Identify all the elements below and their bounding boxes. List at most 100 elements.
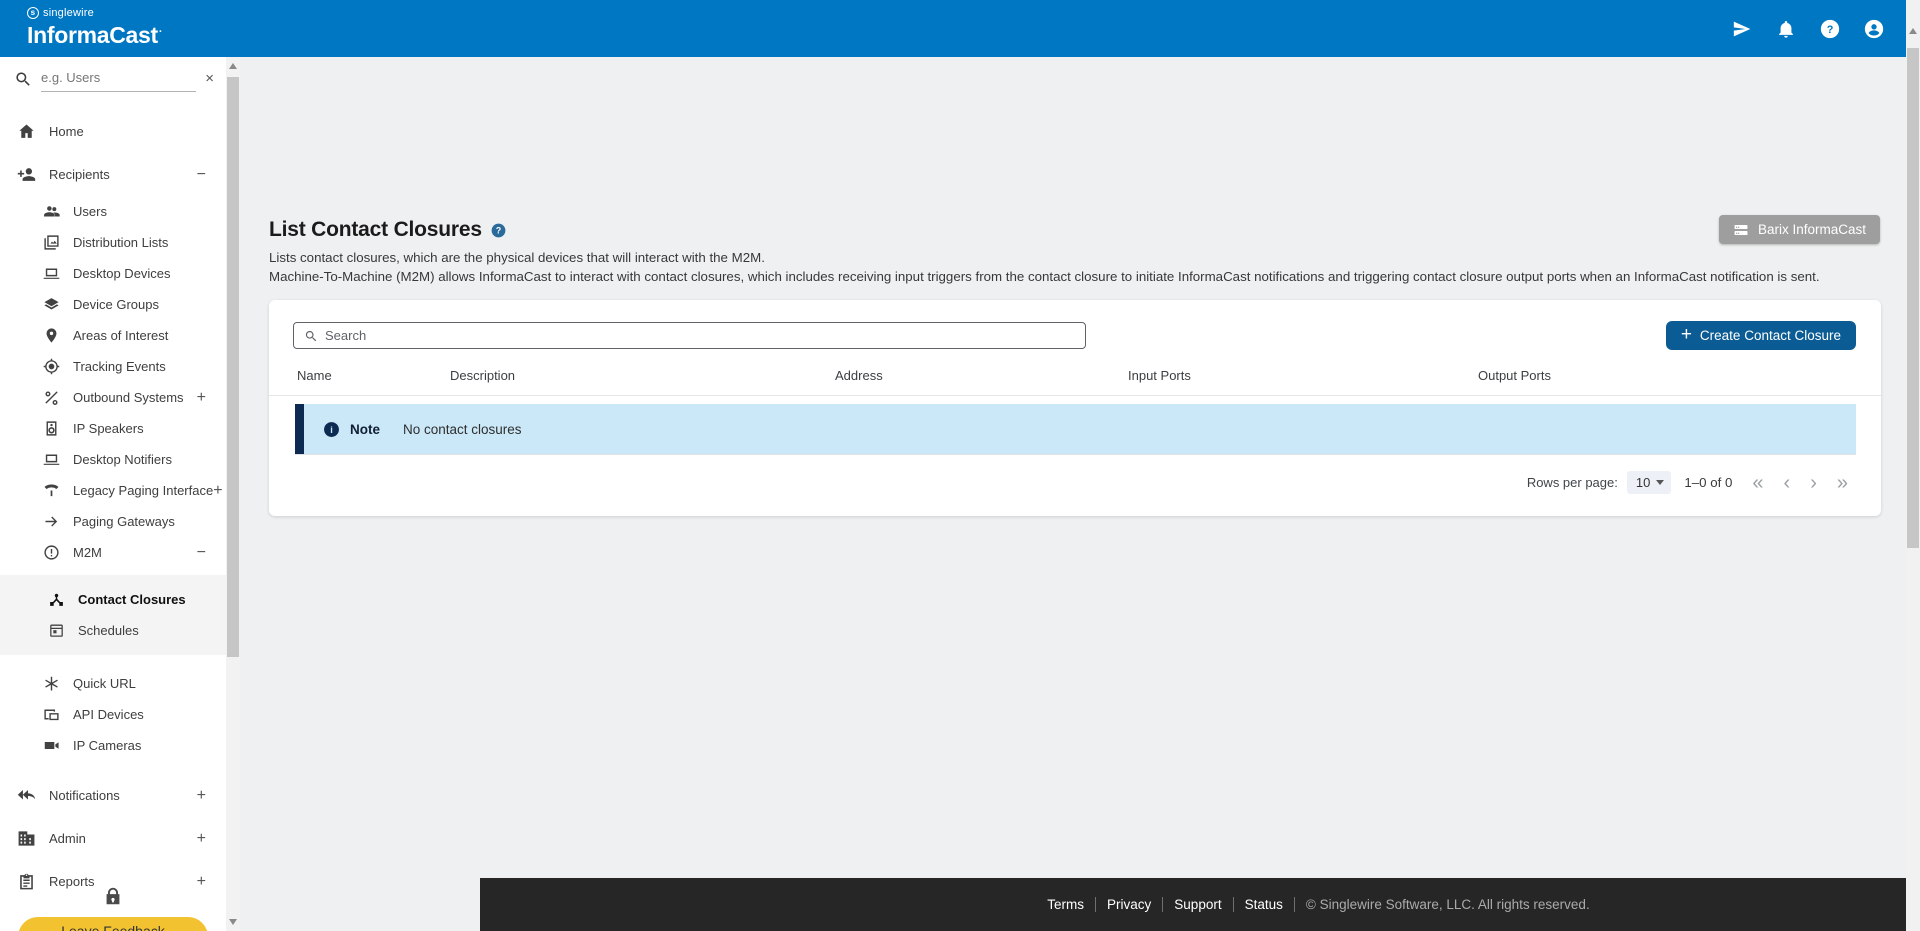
footer-link[interactable]: Status: [1245, 897, 1283, 912]
sidebar-item-legacy-paging-interface[interactable]: Legacy Paging Interface +: [0, 475, 226, 506]
sidebar-item-icon: [17, 829, 36, 848]
sidebar-item-icon: [43, 420, 60, 437]
page-header: List Contact Closures ? Lists contact cl…: [269, 218, 1906, 286]
footer-link[interactable]: Support: [1174, 897, 1221, 912]
sidebar-item-ip-speakers[interactable]: IP Speakers: [0, 413, 226, 444]
sidebar-item-areas-of-interest[interactable]: Areas of Interest: [0, 320, 226, 351]
sidebar-item-api-devices[interactable]: API Devices: [0, 699, 226, 730]
sidebar-search-input[interactable]: [41, 65, 197, 92]
pagination-range: 1–0 of 0: [1684, 475, 1733, 490]
sidebar-item-m2m[interactable]: M2M −: [0, 537, 226, 568]
sidebar-item-desktop-devices[interactable]: Desktop Devices: [0, 258, 226, 289]
top-bar: s singlewire InformaCast· ?: [0, 0, 1906, 57]
sidebar-item-label: API Devices: [73, 707, 144, 722]
scroll-down-icon[interactable]: [229, 919, 237, 925]
sidebar-item-icon: [43, 706, 60, 723]
next-page-icon[interactable]: ›: [1807, 473, 1820, 493]
sidebar-item-tracking-events[interactable]: Tracking Events: [0, 351, 226, 382]
expand-toggle-icon[interactable]: −: [197, 544, 226, 562]
sidebar-item-icon: [43, 675, 60, 692]
sidebar-item-label: Desktop Devices: [73, 266, 171, 281]
sidebar-item-schedules[interactable]: Schedules: [0, 615, 226, 655]
expand-toggle-icon[interactable]: +: [197, 389, 226, 407]
expand-toggle-icon[interactable]: −: [197, 166, 226, 184]
sidebar-item-icon: [43, 358, 60, 375]
sidebar-item-contact-closures[interactable]: Contact Closures: [0, 575, 226, 615]
rows-per-page-select[interactable]: 10: [1626, 471, 1672, 494]
footer-link[interactable]: Terms: [1047, 897, 1084, 912]
topbar-icon-group: ?: [1732, 0, 1884, 57]
send-icon[interactable]: [1732, 19, 1752, 39]
column-header[interactable]: Description: [450, 368, 835, 383]
info-icon: i: [324, 421, 339, 437]
notifications-bell-icon[interactable]: [1776, 19, 1796, 39]
column-header[interactable]: Output Ports: [1478, 368, 1856, 383]
scroll-up-icon[interactable]: [229, 63, 237, 69]
rows-per-page-value: 10: [1635, 475, 1651, 490]
main-scrollbar-thumb[interactable]: [1907, 48, 1919, 548]
sidebar-item-label: Notifications: [49, 788, 120, 803]
barix-button-label: Barix InformaCast: [1757, 222, 1866, 237]
sidebar-item-device-groups[interactable]: Device Groups: [0, 289, 226, 320]
sidebar-scrollbar-thumb[interactable]: [227, 77, 239, 657]
account-icon[interactable]: [1864, 19, 1884, 39]
expand-toggle-icon[interactable]: +: [197, 787, 226, 805]
sidebar-item-users[interactable]: Users: [0, 196, 226, 227]
sidebar-item-outbound-systems[interactable]: Outbound Systems +: [0, 382, 226, 413]
footer-links: Terms Privacy Support Status: [1036, 897, 1295, 912]
help-icon[interactable]: ?: [1820, 19, 1840, 39]
sidebar-item-label: Tracking Events: [73, 359, 166, 374]
app-logo[interactable]: s singlewire InformaCast·: [27, 7, 163, 48]
sidebar-item-quick-url[interactable]: Quick URL: [0, 668, 226, 699]
main-content: Barix InformaCast List Contact Closures …: [240, 57, 1920, 931]
sidebar-item-desktop-notifiers[interactable]: Desktop Notifiers: [0, 444, 226, 475]
leave-feedback-button[interactable]: Leave Feedback: [18, 917, 208, 931]
note-label: Note: [350, 421, 380, 437]
column-header[interactable]: Input Ports: [1128, 368, 1478, 383]
sidebar-item-icon: [43, 296, 60, 313]
sidebar-item-icon: [17, 165, 36, 184]
sidebar-item-icon: [43, 234, 60, 251]
last-page-icon[interactable]: »: [1834, 473, 1851, 493]
sidebar-item-distribution-lists[interactable]: Distribution Lists: [0, 227, 226, 258]
sidebar-item-label: Desktop Notifiers: [73, 452, 172, 467]
pagination-nav: « ‹ › »: [1749, 473, 1851, 493]
sidebar-item-label: Distribution Lists: [73, 235, 169, 250]
sidebar: × Home Recipients − Users Distribution L…: [0, 57, 226, 931]
sidebar-item-notifications[interactable]: Notifications +: [0, 774, 226, 817]
sidebar-item-label: IP Cameras: [73, 738, 142, 753]
sidebar-item-label: Home: [49, 124, 84, 139]
main-scrollbar[interactable]: [1906, 0, 1920, 931]
first-page-icon[interactable]: «: [1749, 473, 1766, 493]
sidebar-item-icon: [43, 737, 60, 754]
sidebar-item-recipients[interactable]: Recipients −: [0, 153, 226, 196]
table-header-row: Name Description Address Input Ports Output …: [269, 350, 1881, 396]
expand-toggle-icon[interactable]: +: [197, 830, 226, 848]
prev-page-icon[interactable]: ‹: [1781, 473, 1794, 493]
sidebar-item-home[interactable]: Home: [0, 110, 226, 153]
server-stack-icon: [1733, 222, 1749, 238]
sidebar-item-label: Contact Closures: [78, 592, 186, 607]
scroll-up-icon[interactable]: [1909, 28, 1917, 34]
sidebar-item-paging-gateways[interactable]: Paging Gateways: [0, 506, 226, 537]
expand-toggle-icon[interactable]: +: [213, 482, 226, 500]
clear-search-icon[interactable]: ×: [205, 71, 214, 86]
singlewire-brand: s singlewire: [27, 7, 162, 19]
barix-informacast-button[interactable]: Barix InformaCast: [1718, 215, 1880, 244]
sidebar-scrollbar[interactable]: [226, 57, 240, 931]
sidebar-item-admin[interactable]: Admin +: [0, 817, 226, 860]
note-text: No contact closures: [403, 421, 522, 437]
sidebar-item-ip-cameras[interactable]: IP Cameras: [0, 730, 226, 761]
table-search-input[interactable]: [325, 328, 1075, 343]
create-contact-closure-button[interactable]: + Create Contact Closure: [1665, 321, 1856, 350]
column-header[interactable]: Address: [835, 368, 1128, 383]
sidebar-item-label: Outbound Systems: [73, 390, 184, 405]
table-search-box: [293, 322, 1086, 349]
sidebar-item-label: Paging Gateways: [73, 514, 175, 529]
sidebar-item-icon: [17, 786, 36, 805]
footer-link[interactable]: Privacy: [1107, 897, 1151, 912]
help-icon[interactable]: ?: [491, 223, 506, 238]
column-header[interactable]: Name: [297, 368, 450, 383]
search-icon: [14, 70, 32, 88]
singlewire-brand-label: singlewire: [43, 7, 94, 19]
